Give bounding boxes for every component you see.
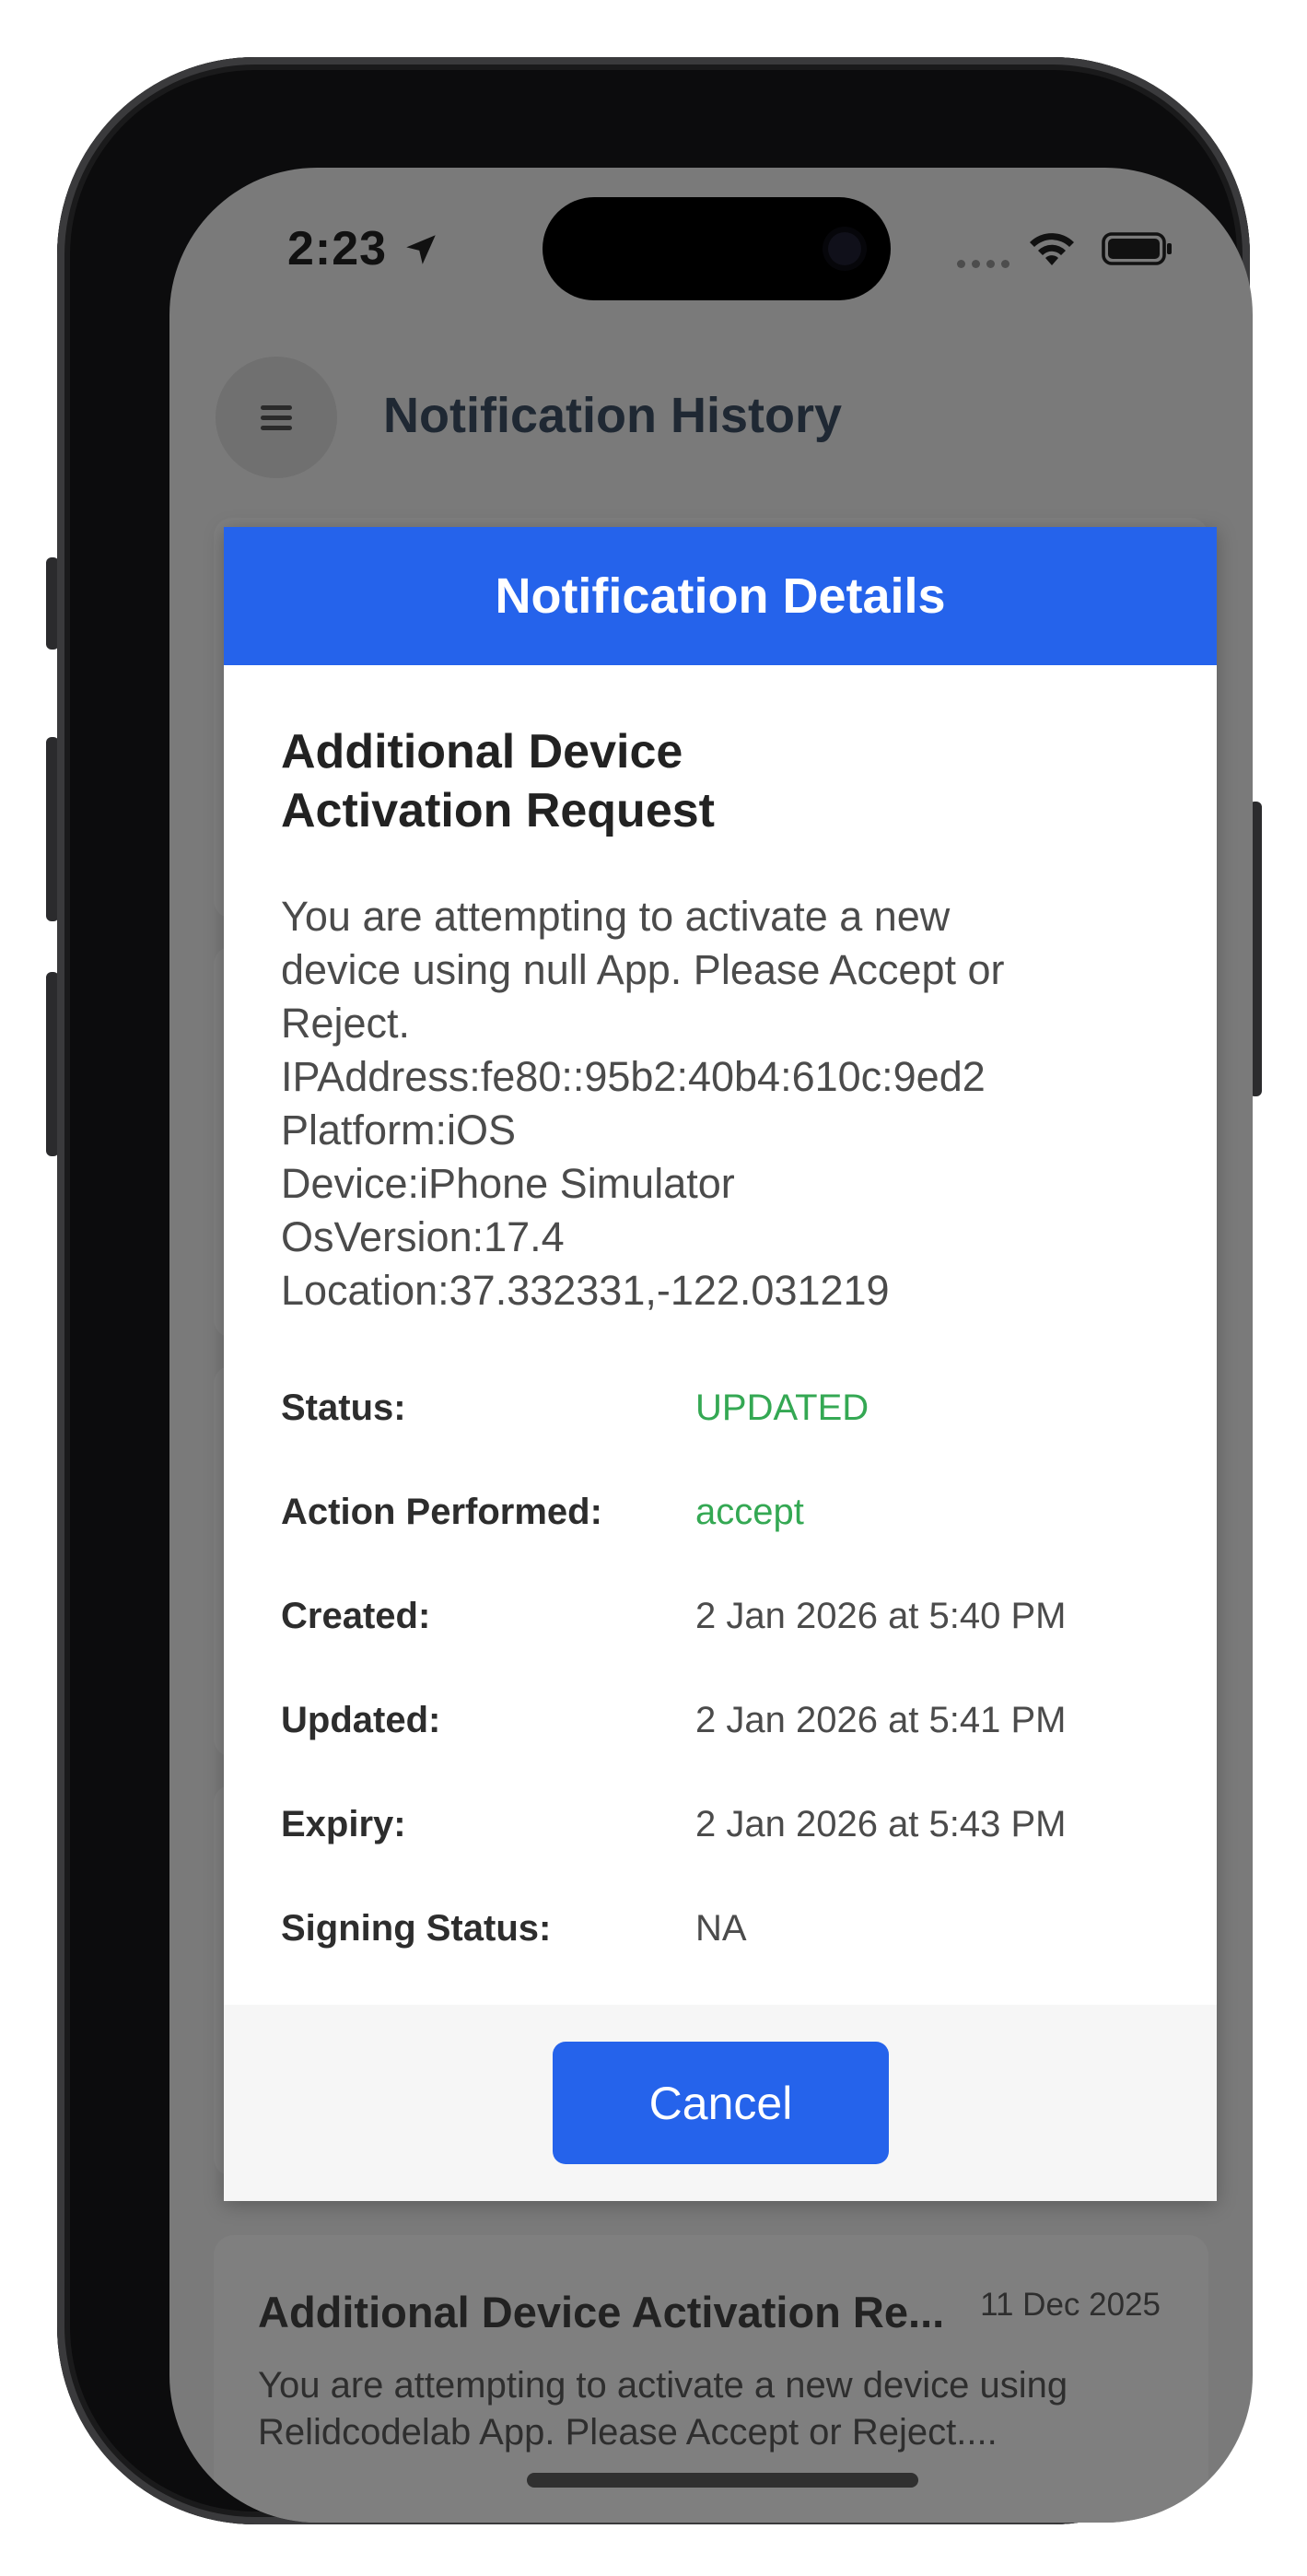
wifi-icon bbox=[1030, 233, 1074, 265]
status-value: UPDATED bbox=[695, 1388, 869, 1428]
notification-title: Additional Device Activation Request bbox=[281, 725, 715, 837]
list-item-title: Additional Device Activation Re... bbox=[258, 2288, 945, 2336]
message-line: OsVersion:17.4 bbox=[281, 1213, 565, 1260]
message-line: Platform:iOS bbox=[281, 1107, 517, 1153]
screen: 2:23 Notification History Additional Dev… bbox=[169, 168, 1253, 2523]
location-arrow-icon bbox=[406, 235, 436, 264]
phone-frame: 2:23 Notification History Additional Dev… bbox=[57, 57, 1253, 2524]
modal-footer: Cancel bbox=[224, 2005, 1217, 2201]
created-value: 2 Jan 2026 at 5:40 PM bbox=[695, 1596, 1067, 1636]
detail-row-created: Created: 2 Jan 2026 at 5:40 PM bbox=[281, 1564, 1160, 1669]
list-item-date: 11 Dec 2025 bbox=[980, 2287, 1161, 2323]
expiry-value: 2 Jan 2026 at 5:43 PM bbox=[695, 1804, 1067, 1844]
home-indicator[interactable] bbox=[527, 2473, 918, 2488]
notification-details-modal: Notification Details Additional Device A… bbox=[224, 527, 1217, 2201]
detail-row-updated: Updated: 2 Jan 2026 at 5:41 PM bbox=[281, 1669, 1160, 1773]
cancel-button[interactable]: Cancel bbox=[553, 2042, 889, 2164]
detail-label: Action Performed: bbox=[281, 1492, 602, 1532]
detail-row-status: Status: UPDATED bbox=[281, 1356, 1160, 1460]
notification-message: You are attempting to activate a new dev… bbox=[281, 890, 1160, 1317]
camera-icon bbox=[828, 232, 861, 265]
updated-value: 2 Jan 2026 at 5:41 PM bbox=[695, 1700, 1067, 1740]
signing-status-value: NA bbox=[695, 1908, 747, 1949]
menu-button[interactable] bbox=[216, 357, 337, 478]
detail-row-signing-status: Signing Status: NA bbox=[281, 1877, 1160, 1981]
details-list: Status: UPDATED Action Performed: accept… bbox=[281, 1356, 1160, 1981]
hamburger-icon bbox=[261, 400, 292, 436]
action-value: accept bbox=[695, 1492, 804, 1532]
message-line: Device:iPhone Simulator bbox=[281, 1160, 735, 1207]
detail-label: Signing Status: bbox=[281, 1908, 552, 1949]
detail-row-expiry: Expiry: 2 Jan 2026 at 5:43 PM bbox=[281, 1773, 1160, 1877]
message-line: You are attempting to activate a new bbox=[281, 893, 951, 940]
page-title: Notification History bbox=[383, 388, 843, 443]
signal-dots-icon bbox=[957, 256, 1016, 273]
list-item-body: You are attempting to activate a new dev… bbox=[258, 2365, 1068, 2453]
message-line: device using null App. Please Accept or bbox=[281, 946, 1005, 993]
detail-row-action: Action Performed: accept bbox=[281, 1460, 1160, 1564]
modal-body: Additional Device Activation Request You… bbox=[224, 665, 1217, 1981]
dynamic-island bbox=[543, 197, 891, 300]
message-line: Reject. bbox=[281, 1000, 411, 1047]
detail-label: Created: bbox=[281, 1596, 431, 1636]
detail-label: Status: bbox=[281, 1388, 406, 1428]
message-line: Location:37.332331,-122.031219 bbox=[281, 1267, 890, 1314]
status-time: 2:23 bbox=[287, 222, 388, 275]
message-line: IPAddress:fe80::95b2:40b4:610c:9ed2 bbox=[281, 1053, 986, 1100]
detail-label: Updated: bbox=[281, 1700, 441, 1740]
detail-label: Expiry: bbox=[281, 1804, 406, 1844]
battery-icon bbox=[1102, 232, 1172, 265]
modal-header: Notification Details bbox=[224, 527, 1217, 665]
